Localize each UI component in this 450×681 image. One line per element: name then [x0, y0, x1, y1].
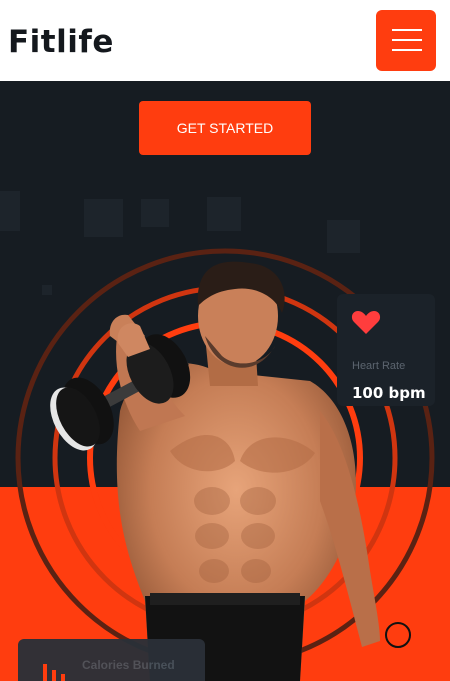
hamburger-menu-icon-line: [392, 49, 422, 51]
site-header: Fitlife: [0, 0, 450, 81]
calories-label: Calories Burned: [82, 658, 175, 672]
page: Fitlife GET STARTED Heart Rate 100 bpm C…: [0, 0, 450, 681]
hero-section: GET STARTED Heart Rate 100 bpm Calories …: [0, 81, 450, 681]
heart-rate-label: Heart Rate: [352, 360, 406, 372]
calories-card: Calories Burned: [18, 639, 205, 681]
hamburger-menu-icon: [392, 29, 422, 31]
bar-chart-icon: [43, 664, 65, 681]
heart-rate-card: Heart Rate 100 bpm: [337, 294, 435, 406]
heart-rate-value: 100 bpm: [352, 384, 426, 402]
get-started-button[interactable]: GET STARTED: [139, 101, 311, 155]
hamburger-menu-icon-line: [392, 39, 422, 41]
brand-logo[interactable]: Fitlife: [8, 22, 114, 62]
scroll-indicator[interactable]: [385, 622, 411, 648]
heart-icon: [351, 311, 381, 334]
menu-button[interactable]: [376, 10, 436, 71]
